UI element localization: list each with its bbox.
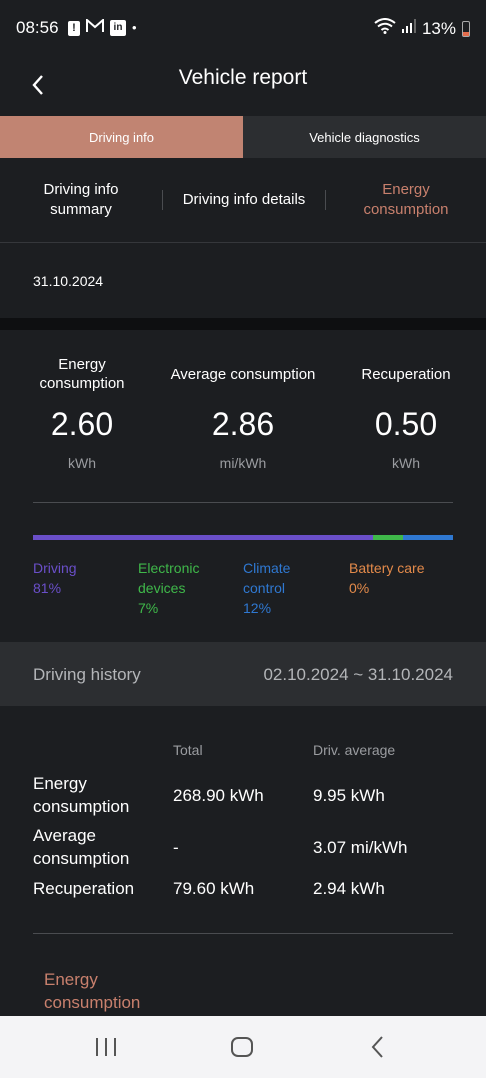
report-date: 31.10.2024 [33, 273, 104, 289]
system-nav-bar [0, 1016, 486, 1078]
cell-average: 2.94 kWh [313, 879, 385, 898]
recent-apps-button[interactable] [86, 1032, 126, 1062]
column-header-average: Driv. average [313, 742, 396, 758]
driving-history-header[interactable]: Driving history 02.10.2024 ~ 31.10.2024 [0, 642, 486, 706]
cell-total: 268.90 kWh [173, 786, 264, 805]
driving-history-table: Total Driv. average Energy consumption 2… [0, 706, 486, 1016]
energy-consumption-section-title[interactable]: Energy consumption [44, 968, 140, 1014]
stat-unit: kWh [392, 455, 420, 471]
breakdown-segment-electronic-devices [373, 535, 403, 540]
row-label-average-consumption: Average consumption [33, 826, 130, 868]
divider [33, 933, 453, 934]
subtab-label: consumption [363, 201, 449, 218]
row-label-recuperation: Recuperation [33, 879, 135, 898]
stat-unit: kWh [68, 455, 96, 471]
stat-label: Energy consumption [39, 356, 125, 392]
daily-stats: Energy consumption 2.60 kWh Average consu… [0, 330, 486, 642]
gmail-icon [86, 17, 104, 37]
breakdown-segment-driving [33, 535, 374, 540]
divider [33, 502, 453, 503]
back-icon [371, 1036, 383, 1058]
history-title: Driving history [33, 665, 141, 684]
stat-average-consumption: Average consumption 2.86 mi/kWh [158, 354, 328, 472]
battery-icon [462, 20, 470, 37]
subtab-energy-consumption[interactable]: Energy consumption [326, 180, 486, 220]
home-icon [231, 1037, 253, 1057]
row-label-energy-consumption: Energy consumption [33, 774, 130, 816]
notification-icons: ! in • [68, 17, 137, 37]
signal-icon [401, 19, 416, 38]
subtab-label: Driving info [43, 181, 119, 198]
column-header-total: Total [173, 742, 203, 758]
alert-icon: ! [68, 20, 80, 36]
header: Vehicle report [0, 58, 486, 116]
subtab-label: Energy [382, 181, 430, 198]
nav-back-button[interactable] [358, 1032, 398, 1062]
stat-label: Average consumption [170, 365, 316, 383]
home-button[interactable] [222, 1032, 262, 1062]
wifi-icon [374, 18, 396, 39]
page-title: Vehicle report [178, 66, 308, 89]
divider [0, 242, 486, 243]
stat-energy-consumption: Energy consumption 2.60 kWh [18, 354, 146, 471]
consumption-breakdown-bar [33, 535, 453, 540]
cell-total: 79.60 kWh [173, 879, 255, 898]
legend-electronic-devices: Electronic devices 7% [138, 560, 200, 616]
tab-vehicle-diagnostics[interactable]: Vehicle diagnostics [243, 116, 486, 158]
stat-value: 2.86 [211, 406, 275, 442]
sub-tabs: Driving info summary Driving info detail… [0, 158, 486, 242]
subtab-driving-info-details[interactable]: Driving info details [163, 190, 325, 210]
legend-battery-care: Battery care 0% [349, 560, 425, 596]
stat-value: 2.60 [50, 406, 114, 442]
subtab-driving-info-summary[interactable]: Driving info summary [0, 180, 162, 220]
breakdown-segment-climate-control [402, 535, 453, 540]
dot-icon: • [132, 20, 137, 35]
status-bar: 08:56 ! in • 13% [0, 0, 486, 58]
subtab-label: summary [50, 201, 112, 218]
cell-total: - [173, 838, 179, 857]
legend-climate-control: Climate control 12% [243, 560, 291, 616]
stat-value: 0.50 [374, 406, 438, 442]
status-right: 13% [374, 18, 470, 39]
legend-driving: Driving 81% [33, 560, 77, 596]
cell-average: 3.07 mi/kWh [313, 838, 408, 857]
battery-percent: 13% [421, 18, 456, 38]
recent-apps-icon [96, 1038, 116, 1056]
section-separator [0, 318, 486, 330]
history-date-range: 02.10.2024 ~ 31.10.2024 [263, 665, 453, 684]
linkedin-icon: in [110, 20, 126, 36]
cell-average: 9.95 kWh [313, 786, 385, 805]
status-time: 08:56 [16, 18, 59, 37]
top-tabs: Driving info Vehicle diagnostics [0, 116, 486, 158]
stat-label: Recuperation [361, 365, 451, 383]
stat-unit: mi/kWh [219, 455, 267, 471]
subtab-label: Driving info details [182, 191, 306, 208]
stat-recuperation: Recuperation 0.50 kWh [345, 354, 467, 472]
tab-driving-info[interactable]: Driving info [0, 116, 243, 158]
